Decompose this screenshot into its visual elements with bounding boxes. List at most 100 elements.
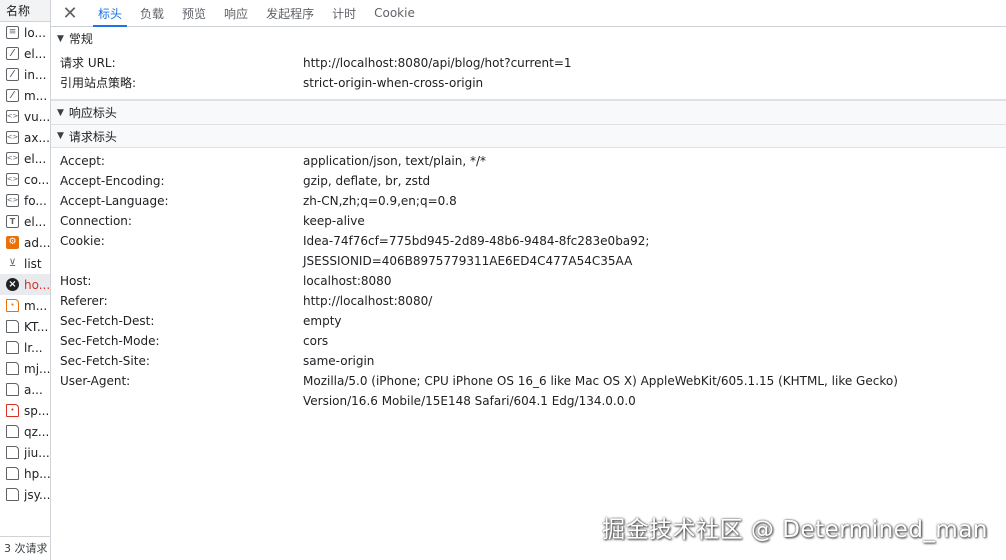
file-icon bbox=[6, 425, 19, 438]
request-list-item[interactable]: vu... bbox=[0, 106, 50, 127]
header-row: Accept-Language: zh-CN,zh;q=0.9,en;q=0.8 bbox=[51, 191, 1006, 211]
name-column-header[interactable]: 名称 bbox=[0, 0, 50, 22]
request-name: a... bbox=[24, 382, 43, 397]
watermark: 掘金技术社区 @ Determined_man bbox=[602, 517, 988, 543]
request-list-item[interactable]: co... bbox=[0, 169, 50, 190]
header-name: Sec-Fetch-Site: bbox=[60, 354, 150, 368]
request-name: sp... bbox=[24, 403, 50, 418]
header-name: Accept-Language: bbox=[60, 194, 169, 208]
script-icon bbox=[6, 110, 19, 123]
header-value: empty bbox=[303, 314, 342, 328]
request-list-item[interactable]: lr... bbox=[0, 337, 50, 358]
header-row: Sec-Fetch-Mode: cors bbox=[51, 331, 1006, 351]
request-list-item[interactable]: fo... bbox=[0, 190, 50, 211]
request-name: co... bbox=[24, 172, 50, 187]
header-name: Host: bbox=[60, 274, 92, 288]
request-name: el... bbox=[24, 214, 47, 229]
request-list-item[interactable]: mj... bbox=[0, 358, 50, 379]
request-name: ax... bbox=[24, 130, 50, 145]
request-headers-toggle[interactable]: ▼ 请求标头 bbox=[51, 125, 1006, 148]
request-name: lo... bbox=[24, 25, 46, 40]
request-name: el... bbox=[24, 46, 47, 61]
request-list-item[interactable]: ax... bbox=[0, 127, 50, 148]
script-icon bbox=[6, 194, 19, 207]
request-list-item[interactable]: jsy... bbox=[0, 484, 50, 505]
header-row: Accept: application/json, text/plain, */* bbox=[51, 151, 1006, 171]
doc-icon bbox=[6, 26, 19, 39]
tab-1[interactable]: 负载 bbox=[131, 0, 173, 26]
request-list-item[interactable]: ad... bbox=[0, 232, 50, 253]
request-name: mj... bbox=[24, 361, 50, 376]
request-name: jiu... bbox=[24, 445, 50, 460]
request-header-rows: Accept: application/json, text/plain, */*… bbox=[51, 148, 1006, 417]
header-value: same-origin bbox=[303, 354, 375, 368]
request-list-item[interactable]: qz... bbox=[0, 421, 50, 442]
header-value: localhost:8080 bbox=[303, 274, 392, 288]
script-icon bbox=[6, 152, 19, 165]
request-list-item[interactable]: m... bbox=[0, 295, 50, 316]
request-name: jsy... bbox=[24, 487, 50, 502]
request-list-item[interactable]: el... bbox=[0, 211, 50, 232]
header-row: Cookie: Idea-74f76cf=775bd945-2d89-48b6-9… bbox=[51, 231, 1006, 271]
header-name: Referer: bbox=[60, 294, 108, 308]
request-list-item[interactable]: in... bbox=[0, 64, 50, 85]
request-list-item[interactable]: list bbox=[0, 253, 50, 274]
request-list-item[interactable]: m... bbox=[0, 85, 50, 106]
header-name: Cookie: bbox=[60, 234, 105, 248]
request-list-item[interactable]: el... bbox=[0, 43, 50, 64]
request-name: m... bbox=[24, 298, 48, 313]
request-name: ho... bbox=[24, 277, 50, 292]
request-list-item[interactable]: ho... bbox=[0, 274, 50, 295]
file-icon bbox=[6, 488, 19, 501]
header-name: 引用站点策略: bbox=[60, 76, 137, 90]
file-icon bbox=[6, 341, 19, 354]
general-rows: 请求 URL: http://localhost:8080/api/blog/ho… bbox=[51, 50, 1006, 99]
request-name: hp... bbox=[24, 466, 50, 481]
header-name: 请求 URL: bbox=[60, 56, 116, 70]
header-name: User-Agent: bbox=[60, 374, 131, 388]
request-list-item[interactable]: KT... bbox=[0, 316, 50, 337]
header-row: User-Agent: Mozilla/5.0 (iPhone; CPU iPho… bbox=[51, 371, 1006, 411]
request-list-item[interactable]: sp... bbox=[0, 400, 50, 421]
request-list-item[interactable]: el... bbox=[0, 148, 50, 169]
tab-0[interactable]: 标头 bbox=[89, 0, 131, 27]
request-list-item[interactable]: jiu... bbox=[0, 442, 50, 463]
header-value: cors bbox=[303, 334, 329, 348]
file-icon bbox=[6, 320, 19, 333]
request-list-item[interactable]: a... bbox=[0, 379, 50, 400]
request-list-item[interactable]: hp... bbox=[0, 463, 50, 484]
tab-6[interactable]: Cookie bbox=[365, 0, 424, 26]
request-name: lr... bbox=[24, 340, 43, 355]
request-name: fo... bbox=[24, 193, 47, 208]
request-name: KT... bbox=[24, 319, 49, 334]
request-name: in... bbox=[24, 67, 47, 82]
section-title: 请求标头 bbox=[68, 129, 117, 144]
script-icon bbox=[6, 173, 19, 186]
request-name: ad... bbox=[24, 235, 50, 250]
file-icon bbox=[6, 383, 19, 396]
tab-5[interactable]: 计时 bbox=[323, 0, 365, 26]
general-section-toggle[interactable]: ▼ 常规 bbox=[51, 27, 1006, 50]
response-headers-toggle[interactable]: ▼ 响应标头 bbox=[51, 101, 1006, 124]
request-name: el... bbox=[24, 151, 47, 166]
header-row: Sec-Fetch-Site: same-origin bbox=[51, 351, 1006, 371]
response-headers-section: ▼ 响应标头 bbox=[51, 100, 1006, 125]
header-row: Referer: http://localhost:8080/ bbox=[51, 291, 1006, 311]
request-count-status: 3 次请求 bbox=[0, 536, 50, 560]
headers-panel: ▼ 常规 请求 URL: http://localhost:8080/api/bl… bbox=[51, 27, 1006, 560]
header-value: http://localhost:8080/ bbox=[303, 294, 433, 308]
header-value: application/json, text/plain, */* bbox=[303, 154, 487, 168]
image-icon bbox=[6, 47, 19, 60]
tab-2[interactable]: 预览 bbox=[173, 0, 215, 26]
close-icon[interactable]: ✕ bbox=[51, 0, 89, 26]
font-icon bbox=[6, 215, 19, 228]
triangle-down-icon: ▼ bbox=[57, 131, 64, 141]
file-icon bbox=[6, 362, 19, 375]
request-list: lo... el... in... m... vu... ax... el... co... f… bbox=[0, 22, 50, 505]
header-row: Sec-Fetch-Dest: empty bbox=[51, 311, 1006, 331]
header-value: Idea-74f76cf=775bd945-2d89-48b6-9484-8fc… bbox=[303, 234, 650, 268]
error-icon bbox=[6, 278, 19, 291]
tab-3[interactable]: 响应 bbox=[215, 0, 257, 26]
tab-4[interactable]: 发起程序 bbox=[257, 0, 323, 26]
request-list-item[interactable]: lo... bbox=[0, 22, 50, 43]
